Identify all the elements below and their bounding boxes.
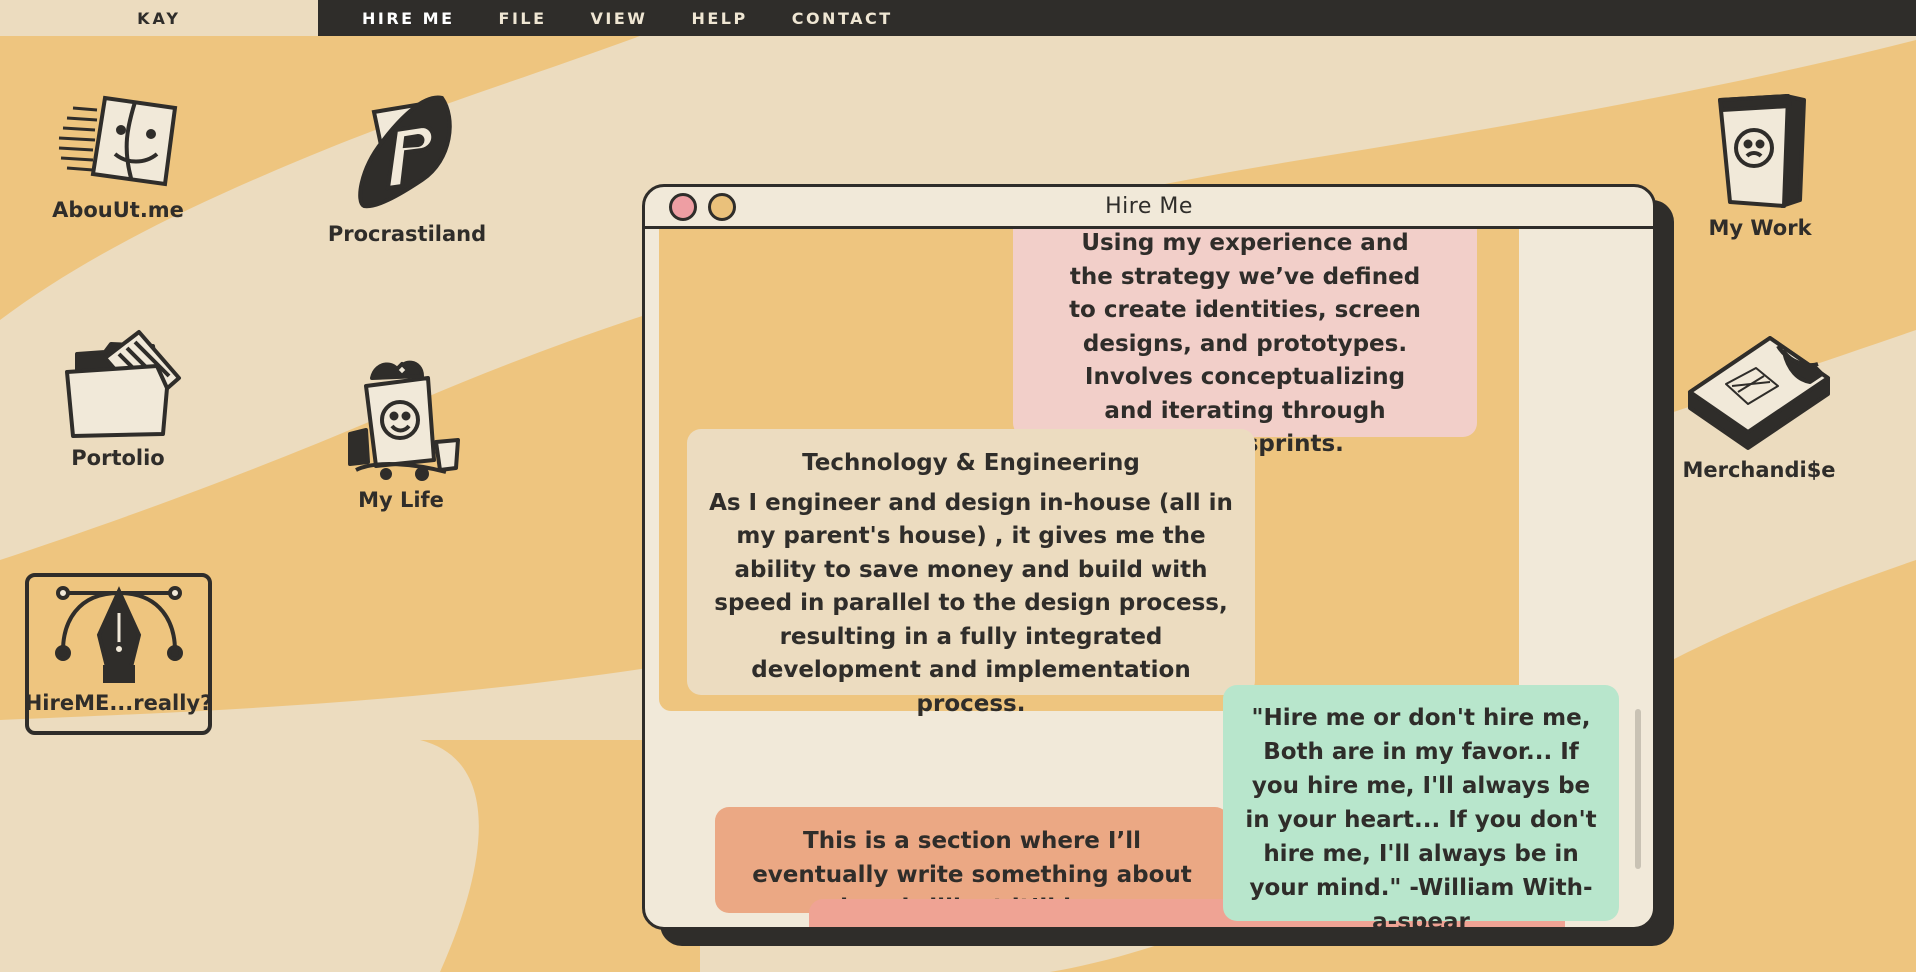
popcorn-bucket-icon bbox=[348, 360, 460, 481]
design-card-text: Using my experience and the strategy we’… bbox=[1069, 230, 1421, 457]
paypal-p-icon bbox=[358, 95, 452, 209]
desktop-icon-label: AbouUt.me bbox=[52, 198, 184, 222]
quote-card: "Hire me or don't hire me, Both are in m… bbox=[1223, 685, 1619, 927]
desktop-icon-label: Portolio bbox=[71, 446, 165, 470]
folder-icon bbox=[65, 330, 181, 438]
desktop-icon-label: My Work bbox=[1708, 216, 1812, 240]
window-titlebar[interactable]: Hire Me bbox=[645, 187, 1653, 229]
technology-card: Technology & Engineering As I engineer a… bbox=[687, 429, 1255, 717]
desktop-icon-hire-me[interactable]: HireME...really? bbox=[25, 573, 212, 735]
desktop-icon-label: Procrastiland bbox=[327, 222, 487, 246]
finder-face-icon bbox=[58, 95, 178, 187]
menu-hire-me[interactable]: HIRE ME bbox=[362, 9, 455, 28]
menu-file[interactable]: FILE bbox=[499, 9, 547, 28]
top-menu-bar: KAY HIRE ME FILE VIEW HELP CONTACT bbox=[0, 0, 1916, 36]
desktop-icon-procrastiland[interactable]: Procrastiland bbox=[328, 90, 486, 246]
menu-contact[interactable]: CONTACT bbox=[792, 9, 893, 28]
desktop-icon-merchandise[interactable]: Merchandi$e bbox=[1682, 334, 1836, 482]
brand-logo[interactable]: KAY bbox=[0, 0, 318, 36]
cup-icon bbox=[1718, 94, 1806, 208]
window-content[interactable]: Using my experience and the strategy we’… bbox=[645, 229, 1653, 927]
desktop-icon-my-work[interactable]: My Work bbox=[1690, 92, 1830, 240]
technology-card-text: As I engineer and design in-house (all i… bbox=[709, 489, 1233, 717]
pen-tool-icon bbox=[54, 586, 183, 683]
menu-view[interactable]: VIEW bbox=[591, 9, 648, 28]
scrollbar[interactable] bbox=[1635, 709, 1641, 869]
close-button[interactable] bbox=[669, 193, 697, 221]
tshirt-box-icon bbox=[1688, 336, 1830, 450]
desktop-icon-my-life[interactable]: My Life bbox=[330, 356, 472, 512]
menu-help[interactable]: HELP bbox=[691, 9, 747, 28]
hire-me-window: Hire Me Using my experience and the stra… bbox=[642, 184, 1656, 930]
design-card: Using my experience and the strategy we’… bbox=[1013, 229, 1477, 457]
quote-card-text: "Hire me or don't hire me, Both are in m… bbox=[1245, 705, 1597, 930]
technology-card-title: Technology & Engineering bbox=[802, 450, 1140, 476]
desktop-icon-about[interactable]: AbouUt.me bbox=[48, 88, 188, 222]
desktop-icon-label: My Life bbox=[358, 488, 444, 512]
window-title: Hire Me bbox=[1105, 194, 1193, 219]
brilliant-card: This is a section where I’ll eventually … bbox=[715, 807, 1229, 921]
minimize-button[interactable] bbox=[708, 193, 736, 221]
desktop-icon-label: Merchandi$e bbox=[1682, 458, 1836, 482]
desktop-icon-label: HireME...really? bbox=[24, 691, 213, 715]
desktop-icon-portfolio[interactable]: Portolio bbox=[48, 326, 188, 470]
